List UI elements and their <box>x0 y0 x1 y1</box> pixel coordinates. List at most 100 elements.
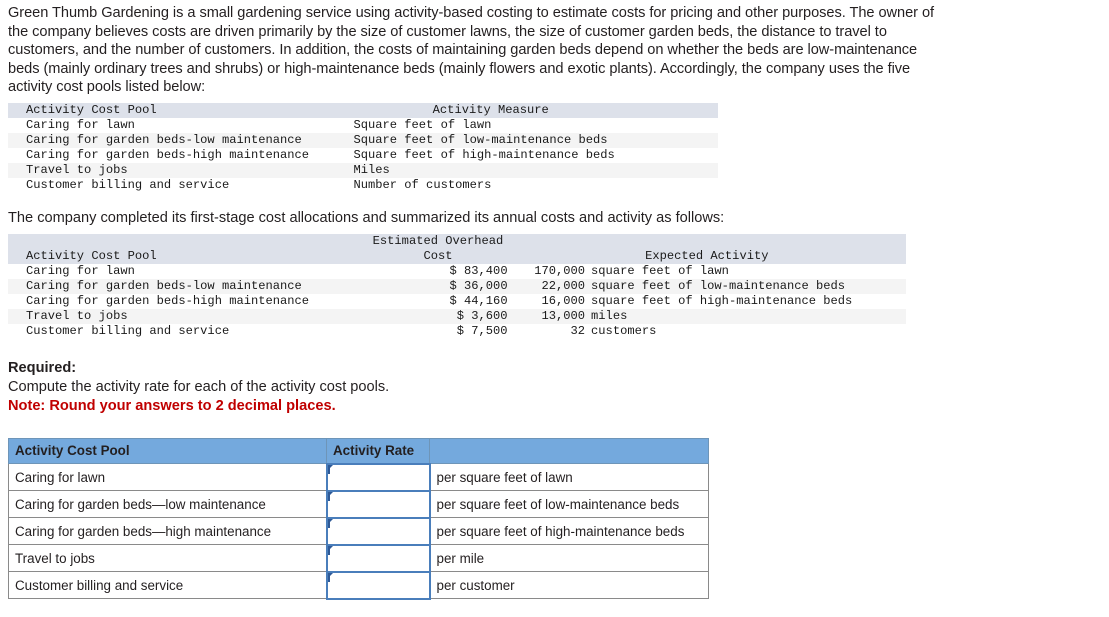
table-row: Customer billing and service per custome… <box>8 570 709 600</box>
costs-activity-table: Estimated Overhead Activity Cost Pool Co… <box>8 233 906 339</box>
table-row: Caring for garden beds—high maintenance … <box>8 516 709 546</box>
activity-rate-input-cell[interactable] <box>325 570 431 600</box>
activity-rate-input[interactable] <box>327 464 429 490</box>
activity-rate-input[interactable] <box>327 518 429 544</box>
cell-pool: Travel to jobs <box>8 308 369 324</box>
cell-measure: Square feet of high-maintenance beds <box>353 147 615 162</box>
required-section: Required: Compute the activity rate for … <box>8 359 1109 416</box>
cell-pool: Caring for garden beds—high maintenance <box>8 517 327 546</box>
table-row: Caring for lawn Square feet of lawn <box>8 118 718 133</box>
cell-flag-icon <box>327 491 333 501</box>
header-spacer-unit <box>591 233 906 249</box>
costs-header-row-bottom: Activity Cost Pool Cost Expected Activit… <box>8 248 906 264</box>
header-spacer <box>8 233 369 249</box>
table-row: Caring for garden beds-low maintenance S… <box>8 132 718 148</box>
activity-rate-input-cell[interactable] <box>325 516 431 546</box>
cell-quantity: 16,000 <box>541 293 586 308</box>
header-activity-rate: Activity Rate <box>326 437 430 465</box>
header-estimated-overhead: Estimated Overhead <box>368 233 508 249</box>
table-row: Travel to jobs Miles <box>8 162 718 178</box>
cell-quantity: 170,000 <box>534 263 586 278</box>
cell-unit: square feet of high-maintenance beds <box>591 293 853 308</box>
cell-unit: customers <box>591 323 657 338</box>
cell-cost: $ 44,160 <box>449 293 508 308</box>
answer-table-body: Caring for lawn per square feet of lawn … <box>8 462 709 600</box>
cell-quantity: 22,000 <box>507 278 592 294</box>
cell-cost: $ 36,000 <box>368 278 508 294</box>
cell-pool: Caring for lawn <box>26 117 135 132</box>
cell-pool: Customer billing and service <box>26 177 230 192</box>
cell-pool: Caring for garden beds-low maintenance <box>8 132 354 148</box>
answer-table-wrapper: Activity Cost Pool Activity Rate Caring … <box>8 437 1109 600</box>
cell-pool: Customer billing and service <box>26 323 230 338</box>
table-row: Customer billing and service Number of c… <box>8 178 718 193</box>
table-row: Caring for garden beds-high maintenance … <box>8 148 718 163</box>
header-spacer-qty <box>507 233 592 249</box>
table-row: Travel to jobs $ 3,600 13,000 miles <box>8 308 906 324</box>
required-note: Note: Round your answers to 2 decimal pl… <box>8 397 336 414</box>
cell-pool: Caring for lawn <box>26 263 135 278</box>
activity-rate-input[interactable] <box>327 545 429 571</box>
cell-cost: $ 83,400 <box>449 263 508 278</box>
cell-measure: Miles <box>353 162 718 178</box>
table-row: Caring for lawn per square feet of lawn <box>8 462 709 492</box>
activity-measures-body: Activity Cost Pool Activity Measure Cari… <box>8 102 718 193</box>
table-row: Customer billing and service $ 7,500 32 … <box>8 324 906 339</box>
cell-flag-icon <box>327 572 333 582</box>
cell-quantity: 13,000 <box>507 308 592 324</box>
cell-unit: per square feet of high-maintenance beds <box>429 517 709 546</box>
header-activity-cost-pool: Activity Cost Pool <box>8 248 369 264</box>
cell-unit: square feet of low-maintenance beds <box>591 278 906 294</box>
activity-measures-header-row: Activity Cost Pool Activity Measure <box>8 102 718 118</box>
cell-pool: Customer billing and service <box>8 571 327 600</box>
table-row: Caring for garden beds-low maintenance $… <box>8 278 906 294</box>
required-instruction: Compute the activity rate for each of th… <box>8 378 390 395</box>
activity-rate-input[interactable] <box>327 572 429 598</box>
costs-header-row-top: Estimated Overhead <box>8 233 906 249</box>
cell-pool: Travel to jobs <box>8 544 327 573</box>
table-row: Caring for garden beds-high maintenance … <box>8 294 906 309</box>
cell-flag-icon <box>327 518 333 528</box>
cell-pool: Caring for garden beds-high maintenance <box>26 293 310 308</box>
cell-cost: $ 7,500 <box>456 323 508 338</box>
table-row: Caring for garden beds—low maintenance p… <box>8 489 709 519</box>
worksheet-page: Green Thumb Gardening is a small gardeni… <box>0 0 1109 600</box>
cell-pool: Caring for garden beds-low maintenance <box>8 278 369 294</box>
cell-measure: Number of customers <box>353 177 492 192</box>
cell-unit: per square feet of low-maintenance beds <box>429 490 709 519</box>
cell-measure: Square feet of lawn <box>353 117 492 132</box>
header-cost: Cost <box>368 248 508 264</box>
activity-measures-table: Activity Cost Pool Activity Measure Cari… <box>8 102 718 193</box>
header-activity-measure: Activity Measure <box>353 102 718 118</box>
cell-pool: Travel to jobs <box>8 162 354 178</box>
cell-unit: per square feet of lawn <box>429 463 709 492</box>
header-expected-activity: Expected Activity <box>507 248 906 264</box>
cell-pool: Caring for garden beds—low maintenance <box>8 490 327 519</box>
cell-unit: per customer <box>429 571 709 600</box>
intro-paragraph: Green Thumb Gardening is a small gardeni… <box>8 5 935 96</box>
cell-pool: Caring for lawn <box>8 463 327 492</box>
cell-measure: Square feet of low-maintenance beds <box>353 132 718 148</box>
activity-rate-input[interactable] <box>327 491 429 517</box>
activity-rate-input-cell[interactable] <box>325 462 431 492</box>
cell-unit: square feet of lawn <box>591 263 729 278</box>
activity-rate-input-cell[interactable] <box>325 489 431 519</box>
cell-cost: $ 3,600 <box>368 308 508 324</box>
second-paragraph: The company completed its first-stage co… <box>8 209 725 226</box>
header-unit-blank <box>429 437 709 465</box>
cell-flag-icon <box>327 464 333 474</box>
activity-rate-input-cell[interactable] <box>325 543 431 573</box>
cell-unit: per mile <box>429 544 709 573</box>
table-row: Travel to jobs per mile <box>8 543 709 573</box>
cell-quantity: 32 <box>570 323 586 338</box>
answer-table-head: Activity Cost Pool Activity Rate <box>8 437 709 465</box>
table-row: Caring for lawn $ 83,400 170,000 square … <box>8 264 906 279</box>
cell-pool: Caring for garden beds-high maintenance <box>26 147 310 162</box>
answer-header-row: Activity Cost Pool Activity Rate <box>8 437 709 465</box>
header-activity-cost-pool: Activity Cost Pool <box>8 102 354 118</box>
required-label: Required: <box>8 359 77 376</box>
cell-flag-icon <box>327 545 333 555</box>
activity-rate-answer-table: Activity Cost Pool Activity Rate Caring … <box>8 437 709 600</box>
costs-activity-body: Estimated Overhead Activity Cost Pool Co… <box>8 233 906 339</box>
header-activity-cost-pool: Activity Cost Pool <box>8 437 327 465</box>
